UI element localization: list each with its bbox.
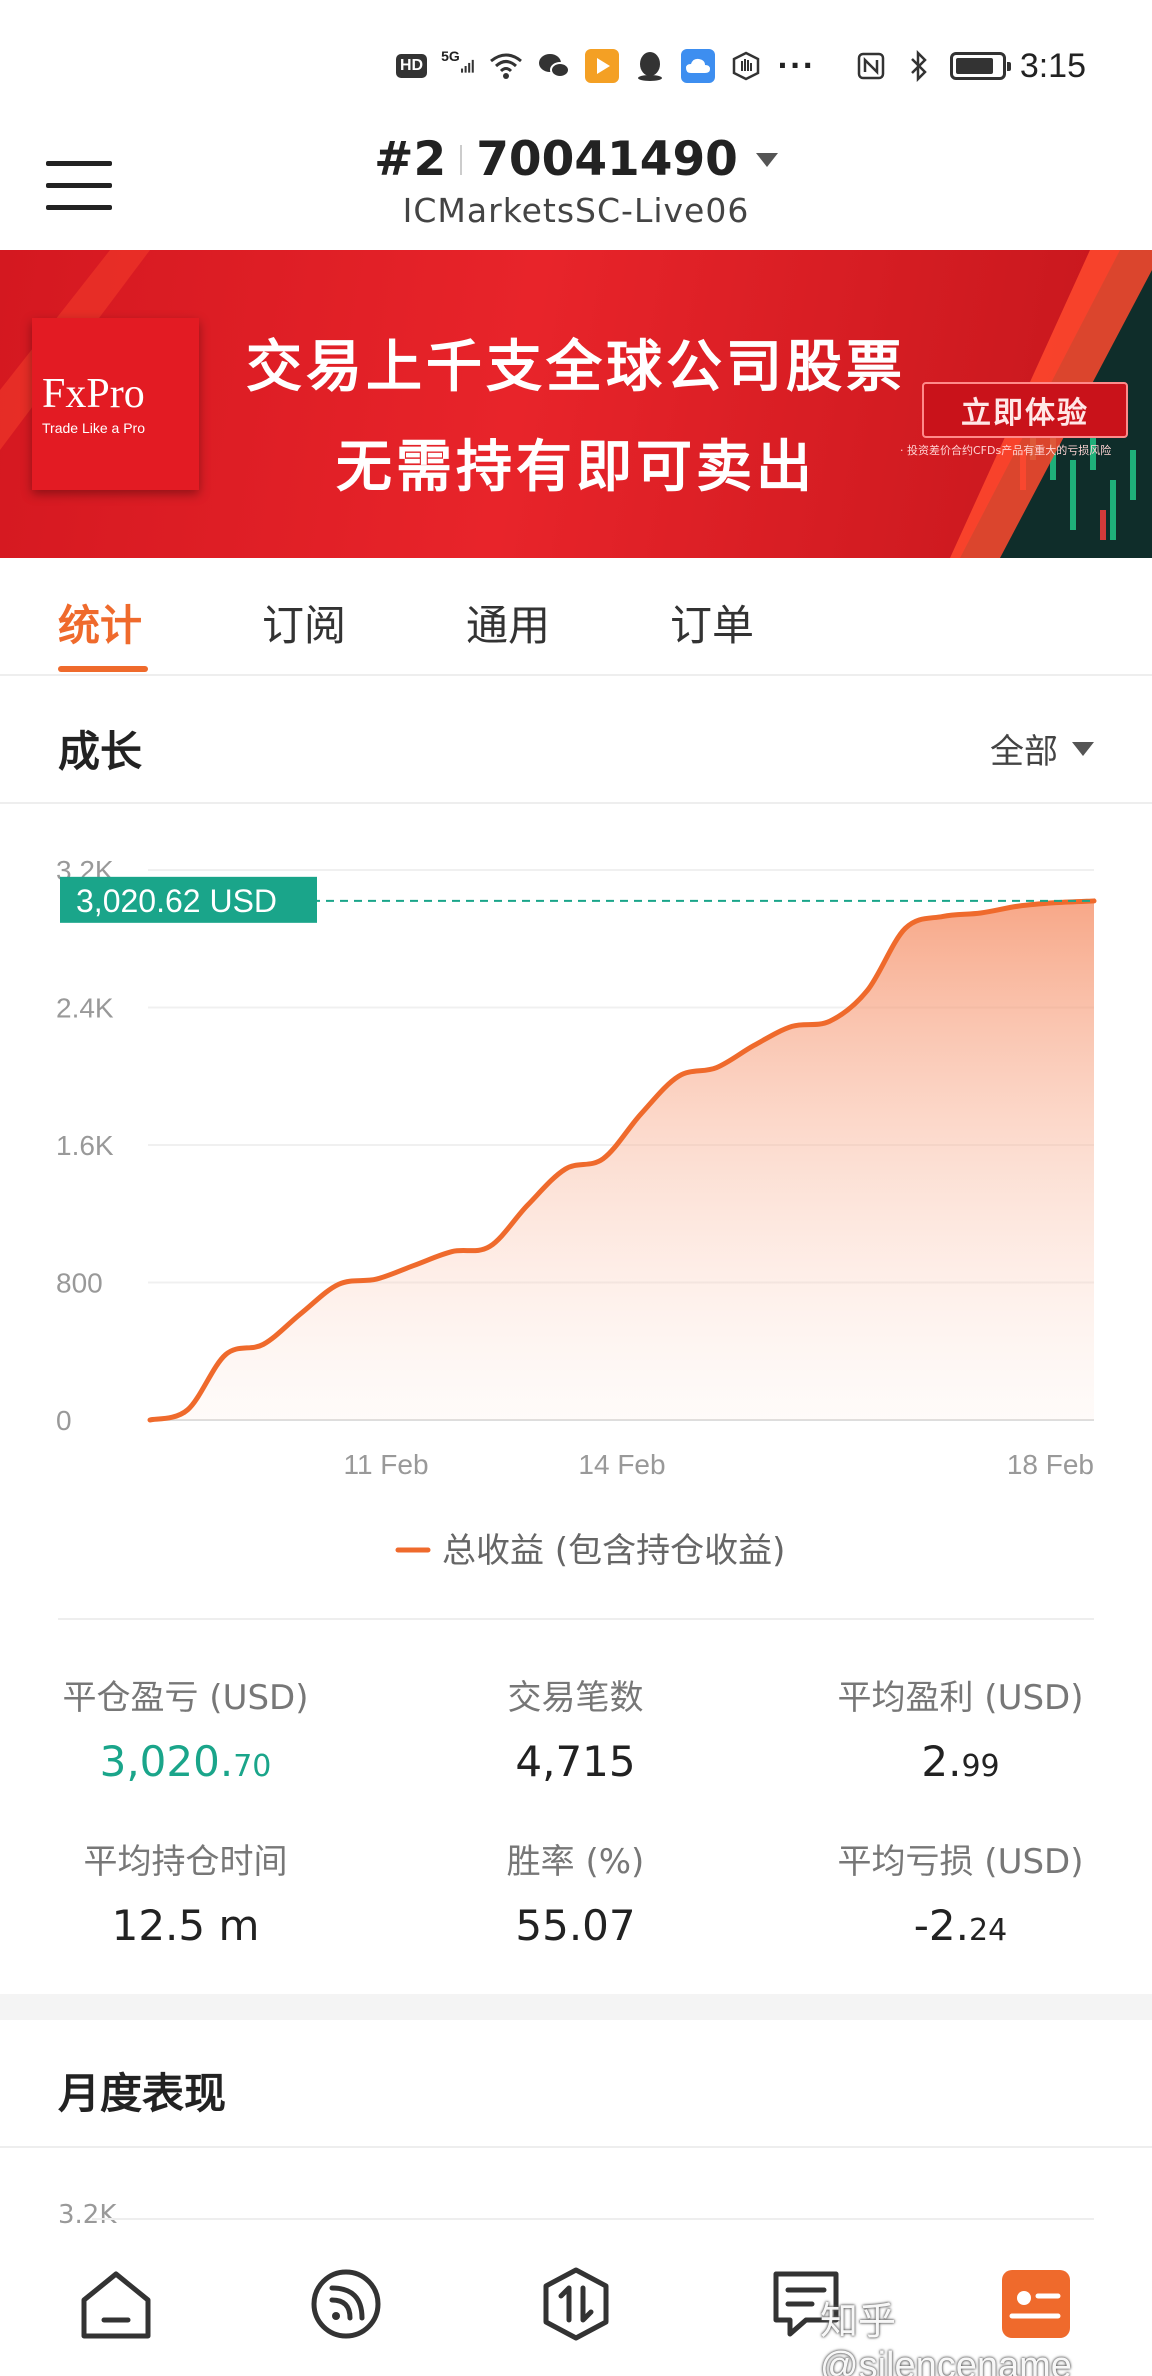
nav-home[interactable] — [76, 2264, 156, 2344]
logo-tagline: Trade Like a Pro — [42, 420, 145, 436]
hand-icon — [729, 49, 763, 83]
stat-value: -2.24 — [788, 1901, 1133, 1950]
growth-area-fill — [150, 900, 1094, 1420]
feed-icon — [311, 2269, 381, 2339]
trade-icon — [543, 2267, 609, 2341]
active-tab-indicator — [58, 666, 148, 672]
stat-value-int: -2. — [913, 1901, 970, 1950]
dropdown-caret-icon — [755, 152, 778, 167]
stat-label: 平仓盈亏 (USD) — [62, 1678, 309, 1718]
current-value-label: 3,020.62 USD — [60, 876, 317, 923]
stats-grid: 平仓盈亏 (USD) 3,020.70 交易笔数 4,715 平均盈利 (USD… — [58, 1618, 1094, 1950]
stat-value: 4,715 — [515, 1737, 636, 1786]
more-dots-icon: ··· — [777, 49, 816, 82]
account-switcher[interactable]: #2 70041490 ICMarketsSC-Live06 — [0, 130, 1152, 230]
growth-title: 成长 — [58, 727, 143, 776]
video-app-icon — [585, 49, 620, 83]
stat-label: 平均盈利 (USD) — [837, 1678, 1084, 1718]
x-tick-label: 14 Feb — [578, 1449, 665, 1480]
current-value-text: 3,020.62 USD — [76, 883, 277, 919]
nav-trade[interactable] — [536, 2264, 616, 2344]
tab-bar: 统计 订阅 通用 订单 — [0, 558, 1152, 676]
y-tick-label: 800 — [56, 1268, 103, 1299]
monthly-section-header: 月度表现 — [0, 2020, 1152, 2148]
stat-label: 胜率 (%) — [506, 1842, 645, 1882]
clock: 3:15 — [1019, 46, 1086, 85]
stat-value: 55.07 — [515, 1901, 636, 1950]
stat-label: 交易笔数 — [507, 1678, 644, 1718]
stat-avg-hold-time: 平均持仓时间 12.5 m — [13, 1834, 358, 1950]
account-title[interactable]: #2 70041490 — [374, 132, 778, 187]
chart-legend: 总收益 (包含持仓收益) — [395, 1531, 785, 1571]
bluetooth-icon — [902, 49, 936, 83]
account-server: ICMarketsSC-Live06 — [402, 191, 750, 230]
stat-value-int: 2. — [921, 1737, 962, 1786]
period-filter-dropdown[interactable]: 全部 — [990, 724, 1094, 773]
section-divider — [0, 1994, 1152, 2020]
stat-value-dec: 99 — [961, 1749, 1000, 1784]
stat-closed-pl: 平仓盈亏 (USD) 3,020.70 — [13, 1670, 358, 1786]
growth-section-header: 成长 全部 — [0, 678, 1152, 804]
stat-label: 平均亏损 (USD) — [837, 1842, 1084, 1882]
logo-brand: FxPro — [42, 371, 145, 417]
status-icons-right: 3:15 — [854, 44, 1086, 88]
hd-badge: HD — [396, 54, 428, 78]
tab-general[interactable]: 通用 — [466, 592, 550, 653]
nfc-icon — [854, 49, 888, 83]
chevron-down-icon — [1072, 741, 1094, 756]
stat-trades: 交易笔数 4,715 — [403, 1670, 748, 1786]
account-number: 70041490 — [476, 132, 738, 187]
stat-value-dec: 24 — [969, 1913, 1008, 1948]
wechat-icon — [537, 49, 571, 83]
account-separator — [460, 144, 463, 175]
battery-level — [955, 58, 993, 74]
banner-cta-button[interactable]: 立即体验 — [922, 382, 1128, 438]
monthly-gridline — [92, 2218, 1094, 2220]
stat-value: 3,020.70 — [13, 1737, 358, 1786]
wifi-icon — [489, 49, 523, 83]
banner-disclaimer: · 投资差价合约CFDs产品有重大的亏损风险 — [900, 444, 1112, 457]
tab-subscription[interactable]: 订阅 — [262, 592, 346, 653]
monthly-title: 月度表现 — [58, 2069, 227, 2118]
monthly-ytick-top: 3.2K — [58, 2200, 117, 2230]
stat-value: 2.99 — [788, 1737, 1133, 1786]
y-tick-label: 2.4K — [56, 993, 114, 1024]
home-icon — [81, 2271, 151, 2339]
stat-win-rate: 胜率 (%) 55.07 — [403, 1834, 748, 1950]
app-header: #2 70041490 ICMarketsSC-Live06 — [0, 130, 1152, 250]
stat-avg-loss: 平均亏损 (USD) -2.24 — [788, 1834, 1133, 1950]
nav-feed[interactable] — [306, 2264, 386, 2344]
fxpro-logo: FxPro Trade Like a Pro — [32, 318, 199, 490]
stat-value: 12.5 m — [111, 1901, 260, 1950]
stat-value-int: 3,020. — [99, 1737, 234, 1786]
x-tick-label: 11 Feb — [343, 1449, 428, 1480]
x-tick-label: 18 Feb — [1007, 1449, 1094, 1480]
banner-headline: 交易上千支全球公司股票 — [246, 335, 906, 400]
legend-label: 总收益 (包含持仓收益) — [442, 1531, 785, 1571]
tab-orders[interactable]: 订单 — [670, 592, 754, 653]
account-index: #2 — [374, 132, 447, 187]
watermark: 知乎 @silencename — [820, 2301, 1072, 2376]
stat-avg-profit: 平均盈利 (USD) 2.99 — [788, 1670, 1133, 1786]
status-bar: HD 5G ··· 3:15 — [0, 0, 1152, 130]
growth-chart[interactable]: 08001.6K2.4K3.2K 11 Feb 14 Feb 18 Feb 3,02… — [0, 810, 1152, 1580]
signal-icon: 5G — [441, 48, 475, 83]
tab-statistics[interactable]: 统计 — [58, 592, 142, 653]
cloud-app-icon — [681, 49, 716, 83]
network-type-label: 5G — [441, 48, 460, 64]
battery-icon — [949, 52, 1011, 80]
banner-subheadline: 无需持有即可卖出 — [336, 435, 816, 500]
status-icons-left: HD 5G ··· — [396, 44, 815, 88]
promo-banner[interactable]: FxPro Trade Like a Pro 交易上千支全球公司股票 无需持有即… — [0, 250, 1152, 558]
period-filter-label: 全部 — [990, 732, 1058, 772]
qq-icon — [633, 49, 667, 83]
stat-label: 平均持仓时间 — [83, 1842, 288, 1882]
stat-value-dec: 70 — [233, 1749, 272, 1784]
y-tick-label: 0 — [56, 1405, 72, 1436]
y-tick-label: 1.6K — [56, 1130, 114, 1161]
